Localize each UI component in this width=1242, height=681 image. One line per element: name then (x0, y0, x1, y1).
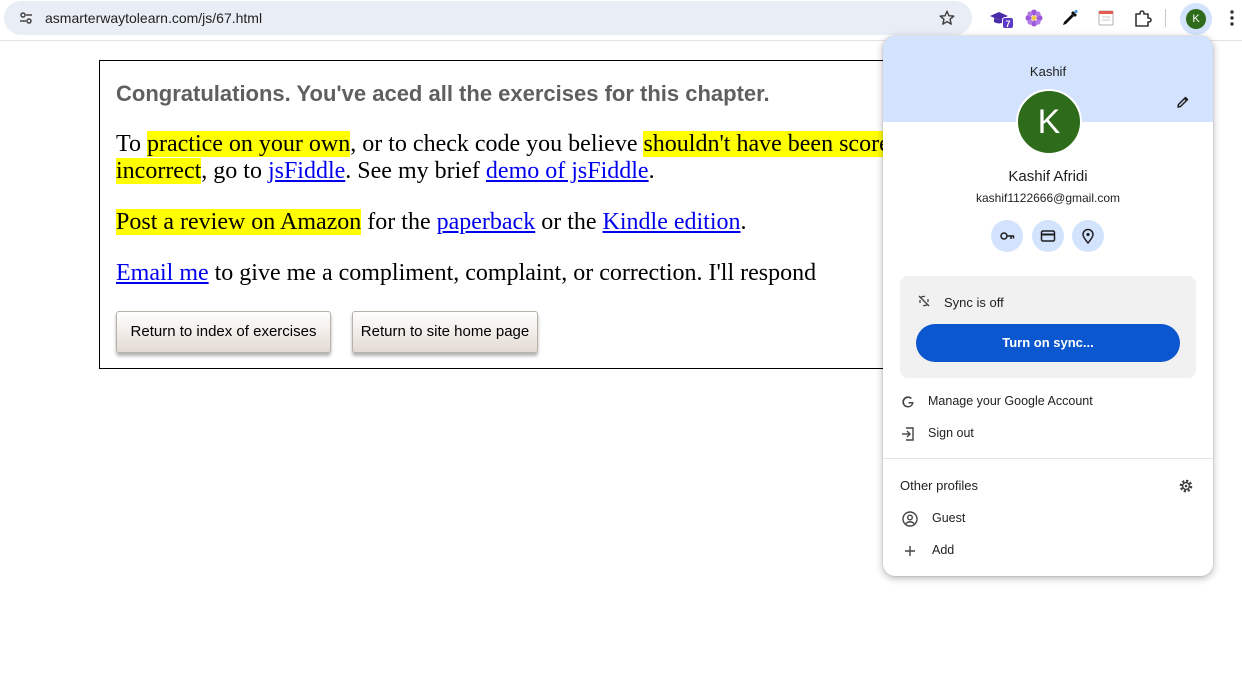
pencil-icon[interactable] (1175, 94, 1191, 110)
turn-on-sync-button[interactable]: Turn on sync... (916, 324, 1180, 362)
sync-off-icon (917, 294, 931, 308)
flower-extension-icon[interactable] (1024, 8, 1044, 28)
add-label: Add (932, 543, 955, 557)
payment-methods-button[interactable] (1032, 220, 1064, 252)
avatar[interactable]: K (1186, 9, 1206, 29)
paperback-link[interactable]: paperback (437, 209, 536, 235)
highlight-practice: practice on your own (146, 131, 351, 157)
email-me-link[interactable]: Email me (116, 260, 209, 286)
text-span: , go to (201, 158, 268, 184)
add-profile-item[interactable]: Add (883, 539, 1213, 563)
other-profiles-heading: Other profiles (900, 478, 979, 493)
return-to-index-button[interactable]: Return to index of exercises (116, 311, 331, 353)
highlight-review: Post a review on Amazon (116, 209, 362, 235)
key-icon (1000, 232, 1015, 240)
address-bar[interactable]: asmarterwaytolearn.com/js/67.html (4, 1, 972, 35)
text-span: . (648, 158, 655, 184)
manage-google-account-item[interactable]: Manage your Google Account (883, 390, 1213, 414)
toolbar-separator (1165, 9, 1166, 27)
review-paragraph: Post a review on Amazon for the paperbac… (116, 209, 928, 236)
puzzle-extensions-icon[interactable] (1132, 8, 1152, 28)
sign-out-item[interactable]: Sign out (883, 422, 1213, 446)
eyedropper-extension-icon[interactable] (1060, 8, 1080, 28)
profile-menu: Kashif K Kashif Afridi kashif1122666@gma… (883, 36, 1213, 576)
extension-badge: 7 (1002, 17, 1014, 29)
profile-email: kashif1122666@gmail.com (975, 191, 1121, 205)
jsfiddle-demo-link[interactable]: demo of jsFiddle (486, 158, 649, 184)
google-g-icon (900, 394, 916, 410)
passwords-button[interactable] (991, 220, 1023, 252)
congrats-heading: Congratulations. You've aced all the exe… (116, 81, 770, 106)
account-circle-icon (902, 511, 918, 527)
location-pin-icon (1082, 228, 1094, 244)
credit-card-icon (1040, 230, 1056, 242)
browser-toolbar: asmarterwaytolearn.com/js/67.html 7 K (0, 0, 1242, 41)
kindle-edition-link[interactable]: Kindle edition (603, 209, 741, 235)
jsfiddle-link[interactable]: jsFiddle (268, 158, 345, 184)
email-paragraph: Email me to give me a compliment, compla… (116, 260, 928, 287)
guest-profile-item[interactable]: Guest (883, 507, 1213, 531)
guest-label: Guest (932, 511, 966, 525)
sign-out-icon (900, 426, 916, 442)
addresses-button[interactable] (1072, 220, 1104, 252)
sync-status-text: Sync is off (944, 295, 1004, 310)
profile-header-name: Kashif (1029, 64, 1067, 79)
return-to-home-button[interactable]: Return to site home page (352, 311, 538, 353)
url-text[interactable]: asmarterwaytolearn.com/js/67.html (45, 10, 262, 26)
text-span: or the (535, 209, 603, 235)
manage-account-label: Manage your Google Account (928, 394, 1093, 408)
plus-icon (902, 543, 918, 559)
sign-out-label: Sign out (928, 426, 974, 440)
gear-icon[interactable] (1178, 478, 1194, 494)
more-vert-icon[interactable] (1224, 9, 1240, 27)
site-info-icon[interactable] (18, 10, 34, 26)
practice-paragraph: To practice on your own, or to check cod… (116, 131, 928, 185)
sync-panel: Sync is off Turn on sync... (900, 276, 1196, 378)
notes-extension-icon[interactable] (1096, 8, 1116, 28)
text-span: for the (361, 209, 437, 235)
star-icon[interactable] (938, 9, 956, 27)
profile-avatar: K (1016, 89, 1082, 155)
text-span: to give me a compliment, complaint, or c… (208, 260, 817, 286)
text-span: To (116, 131, 147, 157)
exercise-complete-panel: Congratulations. You've aced all the exe… (99, 60, 929, 369)
text-span: , or to check code you believe (350, 131, 644, 157)
text-span: . (740, 209, 747, 235)
profile-full-name: Kashif Afridi (1008, 168, 1088, 185)
menu-divider (883, 458, 1213, 459)
text-span: . See my brief (345, 158, 486, 184)
